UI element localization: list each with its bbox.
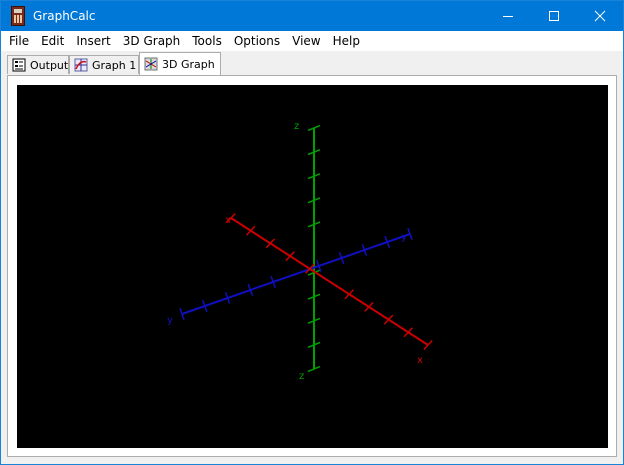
menu-view[interactable]: View <box>286 31 326 51</box>
axis-x-tick <box>364 301 374 312</box>
tab-strip: Output Graph 1 3D Graph <box>1 51 623 75</box>
menu-file[interactable]: File <box>3 31 35 51</box>
axis-x-tick <box>285 251 295 262</box>
axis-y-label-neg: y <box>167 315 173 326</box>
menu-3d-graph[interactable]: 3D Graph <box>117 31 187 51</box>
minimize-icon <box>503 16 513 17</box>
axis-y-label-pos: y <box>401 232 407 243</box>
title-bar[interactable]: GraphCalc <box>1 1 623 31</box>
app-window: GraphCalc File Edit Insert 3D Graph Tool… <box>0 0 624 465</box>
axis-x-tick <box>265 238 276 249</box>
menu-insert[interactable]: Insert <box>70 31 116 51</box>
tab-graph-1[interactable]: Graph 1 <box>69 55 139 74</box>
axis-x-tick <box>403 327 414 338</box>
close-button[interactable] <box>577 1 623 31</box>
output-icon <box>12 58 26 72</box>
menu-edit[interactable]: Edit <box>35 31 70 51</box>
window-title: GraphCalc <box>33 9 96 23</box>
tab-3d-graph-label: 3D Graph <box>162 57 215 71</box>
axis-x-tick <box>383 314 394 325</box>
axis-x-label-neg: x <box>225 215 231 226</box>
graph-icon <box>74 58 88 72</box>
maximize-button[interactable] <box>531 1 577 31</box>
menu-tools[interactable]: Tools <box>186 31 228 51</box>
graph3d-icon <box>144 57 158 71</box>
tab-content-panel: x x y y z z <box>7 75 617 457</box>
menu-options[interactable]: Options <box>228 31 286 51</box>
axis-z-label-neg: z <box>299 371 304 382</box>
menu-bar: File Edit Insert 3D Graph Tools Options … <box>1 31 623 51</box>
axis-y-line <box>181 233 411 315</box>
calculator-icon <box>11 6 25 26</box>
axis-x-label-pos: x <box>417 355 423 366</box>
close-icon <box>594 10 606 22</box>
graph-3d-canvas[interactable]: x x y y z z <box>17 85 608 448</box>
axis-x-tick <box>423 339 433 351</box>
tab-3d-graph[interactable]: 3D Graph <box>139 52 221 75</box>
menu-help[interactable]: Help <box>327 31 366 51</box>
window-controls <box>485 1 623 31</box>
axis-z-label-pos: z <box>294 121 299 132</box>
axis-x-tick <box>344 289 354 300</box>
axis-x-tick <box>245 225 256 236</box>
axes-3d-plot[interactable]: x x y y z z <box>17 85 608 448</box>
tab-graph-1-label: Graph 1 <box>92 58 137 72</box>
maximize-icon <box>549 11 559 21</box>
tab-output-label: Output <box>30 58 69 72</box>
minimize-button[interactable] <box>485 1 531 31</box>
tab-output[interactable]: Output <box>7 55 69 74</box>
